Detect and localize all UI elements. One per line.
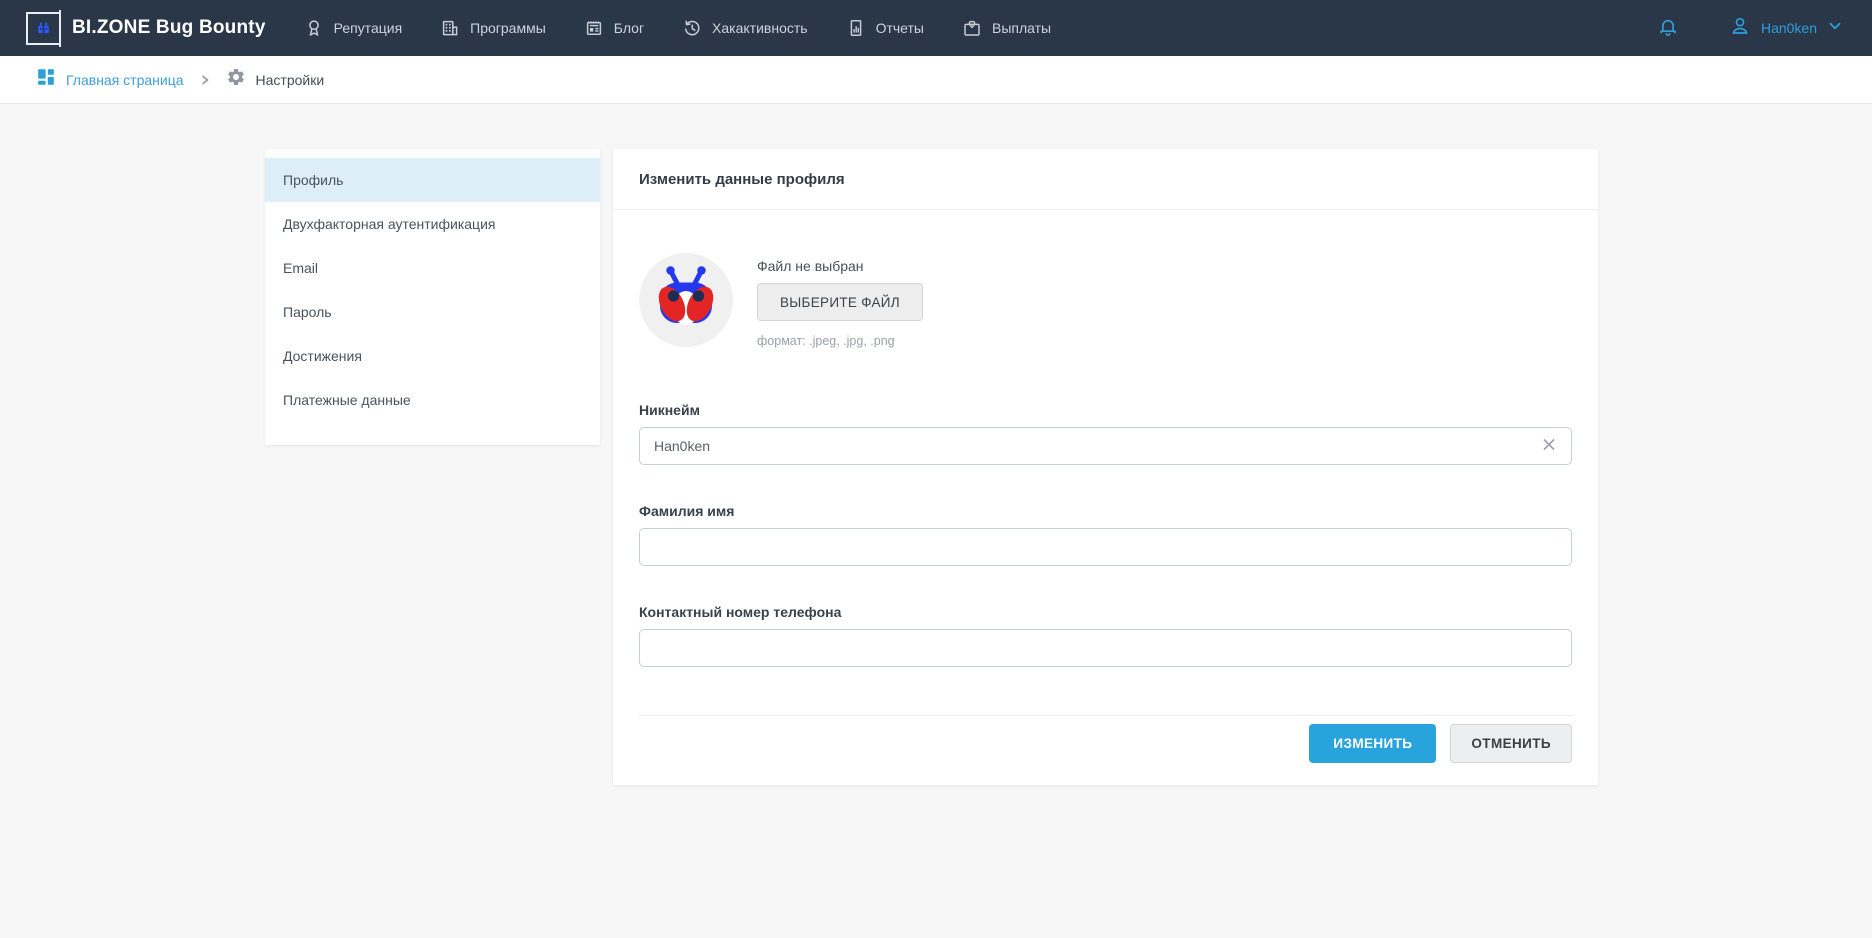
phone-field-group: Контактный номер телефона xyxy=(639,604,1572,667)
breadcrumb-current-label: Настройки xyxy=(256,72,325,88)
chevron-down-icon xyxy=(1826,17,1844,40)
main-nav: Репутация Программы xyxy=(304,18,1052,38)
top-navbar: BI.ZONE Bug Bounty Репутация xyxy=(0,0,1872,56)
content-area: Профиль Двухфакторная аутентификация Ema… xyxy=(0,104,1872,785)
breadcrumb-home[interactable]: Главная страница xyxy=(36,67,184,92)
close-icon xyxy=(1540,436,1558,457)
history-icon xyxy=(682,18,702,38)
breadcrumb-current: Настройки xyxy=(226,67,325,92)
user-icon xyxy=(1728,14,1752,43)
fullname-label: Фамилия имя xyxy=(639,503,1572,519)
building-icon xyxy=(440,18,460,38)
user-name: Han0ken xyxy=(1761,20,1817,36)
breadcrumb: Главная страница Настройки xyxy=(0,56,1872,104)
nav-item-payouts[interactable]: Выплаты xyxy=(962,18,1051,38)
medal-icon xyxy=(304,18,324,38)
sidebar-item-email[interactable]: Email xyxy=(265,246,600,290)
nav-item-blog[interactable]: Блог xyxy=(584,18,644,38)
fullname-field-group: Фамилия имя xyxy=(639,503,1572,566)
chevron-right-icon xyxy=(198,73,212,87)
notifications-bell-icon[interactable] xyxy=(1656,16,1680,40)
nav-item-reputation[interactable]: Репутация xyxy=(304,18,403,38)
nickname-field-group: Никнейм xyxy=(639,402,1572,465)
sidebar-item-achievements[interactable]: Достижения xyxy=(265,334,600,378)
sidebar-item-2fa[interactable]: Двухфакторная аутентификация xyxy=(265,202,600,246)
clear-nickname-button[interactable] xyxy=(1536,432,1562,461)
nav-item-reports[interactable]: Отчеты xyxy=(846,18,924,38)
user-menu[interactable]: Han0ken xyxy=(1728,14,1844,43)
brand-logo[interactable]: BI.ZONE Bug Bounty xyxy=(26,10,266,47)
nav-item-programs[interactable]: Программы xyxy=(440,18,546,38)
file-formats-hint: формат: .jpeg, .jpg, .png xyxy=(757,334,923,348)
file-status: Файл не выбран xyxy=(757,258,923,274)
phone-input[interactable] xyxy=(639,629,1572,667)
logo-divider xyxy=(59,10,61,47)
nickname-label: Никнейм xyxy=(639,402,1572,418)
breadcrumb-home-link[interactable]: Главная страница xyxy=(66,72,184,88)
nickname-input[interactable] xyxy=(639,427,1572,465)
nav-item-hacktivity[interactable]: Хакактивность xyxy=(682,18,808,38)
choose-file-button[interactable]: ВЫБЕРИТЕ ФАЙЛ xyxy=(757,283,923,321)
profile-settings-panel: Изменить данные профиля xyxy=(613,149,1598,785)
fullname-input[interactable] xyxy=(639,528,1572,566)
sidebar-item-password[interactable]: Пароль xyxy=(265,290,600,334)
gear-icon xyxy=(226,67,246,92)
sidebar-item-payment-data[interactable]: Платежные данные xyxy=(265,378,600,422)
sidebar-item-profile[interactable]: Профиль xyxy=(265,158,600,202)
cancel-button[interactable]: ОТМЕНИТЬ xyxy=(1450,724,1572,763)
panel-title: Изменить данные профиля xyxy=(639,171,845,188)
avatar-upload-section: Файл не выбран ВЫБЕРИТЕ ФАЙЛ формат: .jp… xyxy=(639,253,1572,348)
settings-sidebar: Профиль Двухфакторная аутентификация Ema… xyxy=(265,149,600,445)
bizone-logo-icon xyxy=(26,12,59,45)
report-icon xyxy=(846,18,866,38)
briefcase-icon xyxy=(962,18,982,38)
panel-body: Файл не выбран ВЫБЕРИТЕ ФАЙЛ формат: .jp… xyxy=(613,210,1598,785)
form-actions: ИЗМЕНИТЬ ОТМЕНИТЬ xyxy=(639,715,1572,767)
panel-header: Изменить данные профиля xyxy=(613,149,1598,210)
phone-label: Контактный номер телефона xyxy=(639,604,1572,620)
avatar xyxy=(639,253,733,347)
submit-button[interactable]: ИЗМЕНИТЬ xyxy=(1309,724,1436,763)
brand-name: BI.ZONE Bug Bounty xyxy=(72,17,266,39)
newspaper-icon xyxy=(584,18,604,38)
navbar-right: Han0ken xyxy=(1656,14,1844,43)
file-upload-controls: Файл не выбран ВЫБЕРИТЕ ФАЙЛ формат: .jp… xyxy=(757,253,923,348)
dashboard-tiles-icon xyxy=(36,67,56,92)
